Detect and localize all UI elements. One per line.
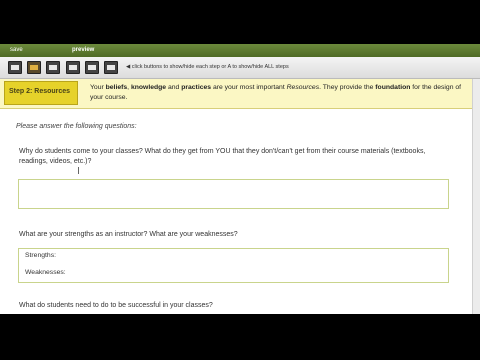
step-5-button[interactable]: [85, 61, 99, 74]
step-4-button[interactable]: [66, 61, 80, 74]
strengths-label: Strengths:: [25, 252, 56, 259]
step-6-button[interactable]: [104, 61, 118, 74]
top-menu-bar: save preview: [0, 44, 480, 57]
step-3-button[interactable]: [46, 61, 60, 74]
app-frame: save preview ◀ click buttons to show/hid…: [0, 0, 480, 360]
question-3: What do students need to do to be succes…: [19, 302, 213, 309]
step-2-button[interactable]: [27, 61, 41, 74]
question-1: Why do students come to your classes? Wh…: [19, 148, 426, 165]
toolbar-hint: ◀ click buttons to show/hide each step o…: [126, 64, 289, 70]
main-content: Step 2: Resources Your beliefs, knowledg…: [0, 79, 480, 314]
answer-1-field[interactable]: [18, 179, 449, 209]
step-description: Your beliefs, knowledge and practices ar…: [90, 84, 462, 101]
step-1-button[interactable]: [8, 61, 22, 74]
step-header: Step 2: Resources Your beliefs, knowledg…: [0, 79, 472, 109]
weaknesses-label: Weaknesses:: [25, 269, 66, 276]
question-2: What are your strengths as an instructor…: [19, 231, 238, 238]
step-toolbar: ◀ click buttons to show/hide each step o…: [0, 57, 480, 79]
answer-2-field[interactable]: Strengths: Weaknesses:: [18, 248, 449, 283]
preview-button[interactable]: preview: [72, 47, 94, 53]
form-instruction: Please answer the following questions:: [16, 123, 137, 130]
save-button[interactable]: save: [10, 47, 23, 53]
step-label: Step 2: Resources: [4, 81, 78, 105]
text-cursor: [78, 167, 79, 174]
content-scrollbar[interactable]: [472, 79, 480, 314]
